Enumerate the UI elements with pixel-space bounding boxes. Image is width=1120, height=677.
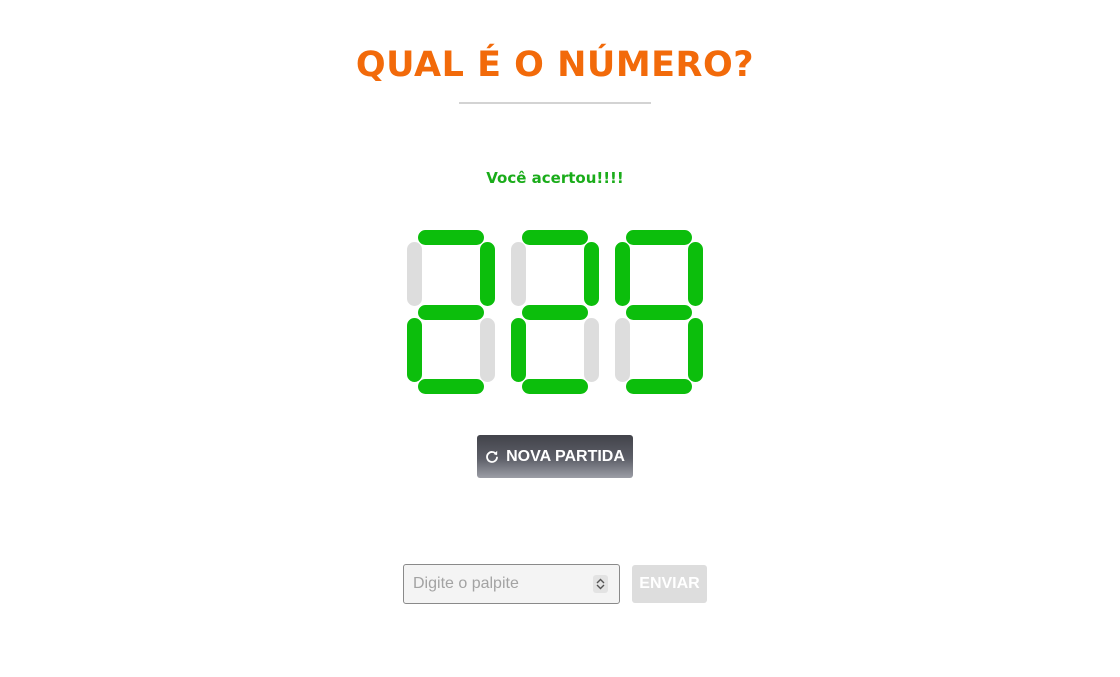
segment-upper-right [584, 242, 599, 306]
guess-input[interactable] [404, 565, 584, 603]
new-game-button[interactable]: NOVA PARTIDA [477, 435, 633, 478]
segment-top [522, 230, 588, 245]
number-stepper[interactable] [593, 575, 608, 593]
new-game-label: NOVA PARTIDA [506, 447, 625, 465]
segment-bottom [522, 379, 588, 394]
send-button[interactable]: ENVIAR [632, 565, 707, 603]
segment-bottom [418, 379, 484, 394]
segment-upper-left [511, 242, 526, 306]
page-title: QUAL É O NÚMERO? [355, 45, 755, 85]
segment-middle [418, 305, 484, 320]
display-digit [509, 229, 601, 397]
segment-lower-right [688, 318, 703, 382]
segment-upper-right [480, 242, 495, 306]
segment-top [418, 230, 484, 245]
title-divider [459, 102, 651, 104]
segment-lower-right [584, 318, 599, 382]
segment-lower-left [615, 318, 630, 382]
display-digit [405, 229, 497, 397]
segment-upper-left [615, 242, 630, 306]
segment-bottom [626, 379, 692, 394]
segment-middle [626, 305, 692, 320]
page: QUAL É O NÚMERO? Você acertou!!!! NOVA P… [0, 0, 1120, 677]
stepper-down-icon[interactable] [596, 584, 605, 590]
segment-upper-right [688, 242, 703, 306]
segment-middle [522, 305, 588, 320]
refresh-icon [485, 450, 499, 464]
segment-upper-left [407, 242, 422, 306]
segment-lower-right [480, 318, 495, 382]
segment-lower-left [407, 318, 422, 382]
result-message: Você acertou!!!! [486, 169, 624, 187]
segment-lower-left [511, 318, 526, 382]
display-digit [613, 229, 705, 397]
guess-field[interactable] [403, 564, 620, 604]
segment-top [626, 230, 692, 245]
seven-segment-display [405, 229, 705, 397]
